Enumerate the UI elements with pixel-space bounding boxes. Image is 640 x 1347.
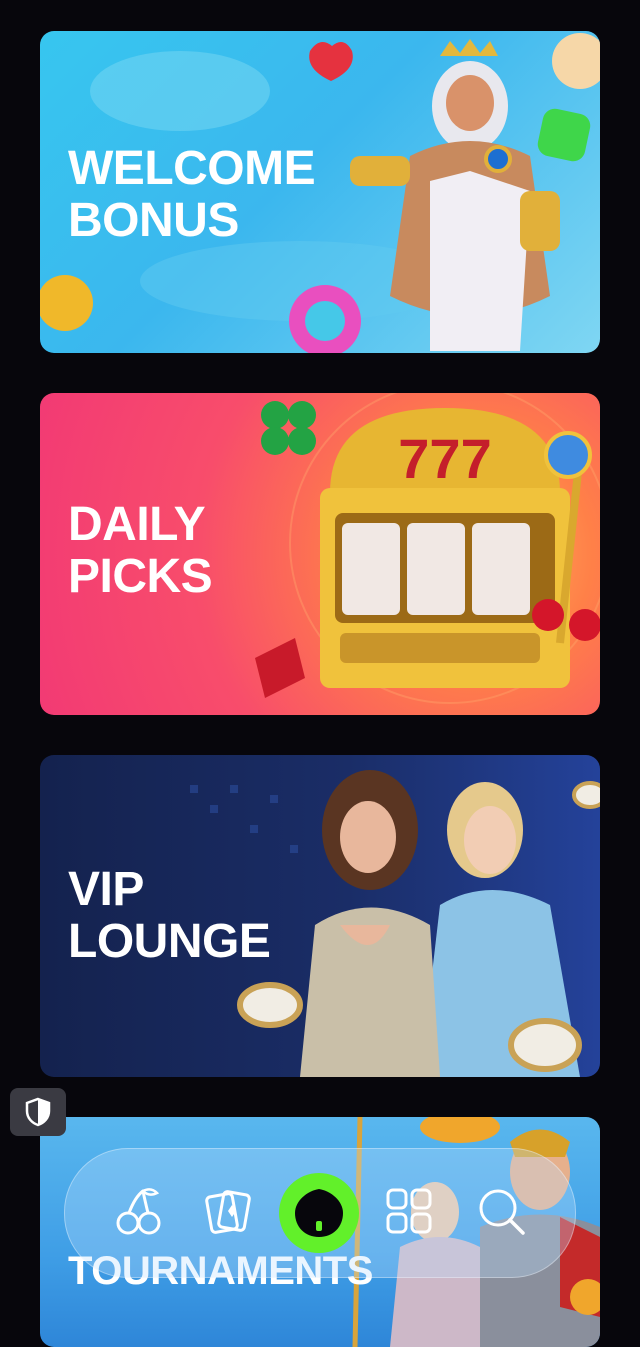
promo-title-line2: BONUS xyxy=(68,194,239,247)
cards-icon xyxy=(205,1190,251,1234)
promo-title-line1: WELCOME xyxy=(68,142,316,195)
promo-title-line2: PICKS xyxy=(68,550,213,603)
shield-icon xyxy=(25,1097,51,1127)
nav-table-games-button[interactable] xyxy=(197,1179,261,1243)
search-icon xyxy=(479,1189,525,1235)
nav-search-button[interactable] xyxy=(469,1179,533,1243)
nav-all-games-button[interactable] xyxy=(377,1179,441,1243)
bottom-navigation xyxy=(64,1148,576,1278)
promo-card-daily-picks[interactable]: 777 DAILY PICKS xyxy=(40,393,600,715)
nav-slots-button[interactable] xyxy=(107,1179,171,1243)
promo-title: WELCOME BONUS xyxy=(68,142,316,247)
promo-card-welcome-bonus[interactable]: WELCOME BONUS xyxy=(40,31,600,353)
cherries-icon xyxy=(116,1188,161,1235)
nav-home-button[interactable] xyxy=(279,1173,359,1253)
promo-card-vip-lounge[interactable]: VIP LOUNGE xyxy=(40,755,600,1077)
home-icon xyxy=(295,1189,343,1237)
promo-title: VIP LOUNGE xyxy=(68,863,271,968)
promo-title-line1: VIP xyxy=(68,863,144,916)
svg-text:777: 777 xyxy=(398,427,491,490)
promo-title-line2: LOUNGE xyxy=(68,915,271,968)
privacy-settings-button[interactable] xyxy=(10,1088,66,1136)
promo-title-line1: DAILY xyxy=(68,498,206,551)
promo-title: DAILY PICKS xyxy=(68,498,213,603)
grid-icon xyxy=(386,1188,432,1234)
